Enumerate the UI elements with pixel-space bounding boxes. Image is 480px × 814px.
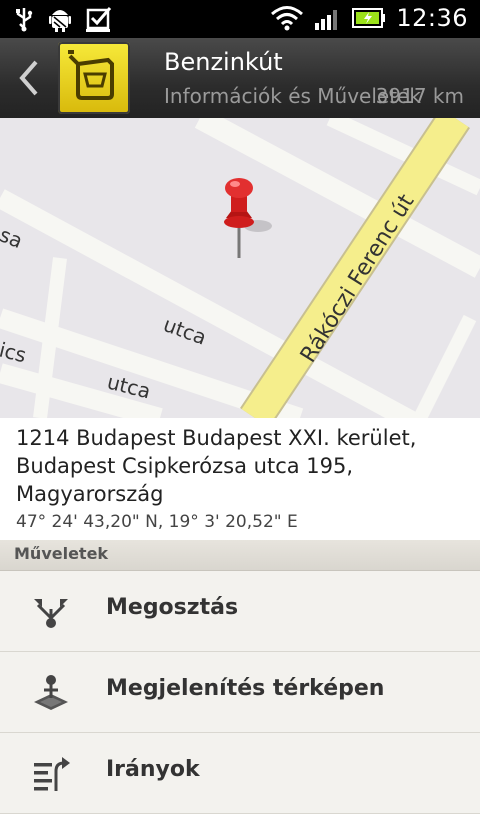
share-button[interactable]: Megosztás bbox=[0, 571, 480, 652]
app-header: Benzinkút Információk és Műveletek 3917 … bbox=[0, 38, 480, 118]
map-street-label: ics bbox=[0, 338, 29, 368]
page-title: Benzinkút bbox=[164, 48, 283, 76]
section-header: Műveletek bbox=[0, 540, 480, 571]
android-debug-icon bbox=[49, 10, 71, 32]
address-panel: 1214 Budapest Budapest XXI. kerület, Bud… bbox=[0, 418, 480, 540]
map-street-label: sa bbox=[0, 222, 26, 253]
address-line: Magyarország bbox=[16, 482, 164, 506]
map-pin-icon[interactable] bbox=[224, 178, 272, 258]
back-arrow-icon[interactable] bbox=[14, 58, 44, 98]
battery-charging-icon bbox=[352, 8, 386, 28]
address-line: Budapest Csipkerózsa utca 195, bbox=[16, 454, 354, 478]
address-line: 1214 Budapest Budapest XXI. kerület, bbox=[16, 426, 417, 450]
wifi-icon bbox=[271, 6, 304, 31]
status-bar: 12:36 bbox=[0, 0, 480, 38]
action-label: Megosztás bbox=[106, 595, 239, 620]
action-label: Irányok bbox=[106, 757, 200, 782]
checkbox-icon bbox=[86, 7, 112, 32]
map-street-label: Rákóczi Ferenc út bbox=[296, 190, 420, 367]
clock: 12:36 bbox=[396, 4, 468, 32]
coordinates: 47° 24' 43,20" N, 19° 3' 20,52" E bbox=[16, 512, 298, 532]
section-title: Műveletek bbox=[14, 544, 109, 563]
directions-icon bbox=[34, 757, 70, 791]
show-on-map-button[interactable]: Megjelenítés térképen bbox=[0, 652, 480, 733]
directions-button[interactable]: Irányok bbox=[0, 733, 480, 814]
action-label: Megjelenítés térképen bbox=[106, 676, 385, 701]
signal-icon bbox=[315, 10, 338, 30]
usb-icon bbox=[16, 8, 33, 32]
fuel-can-icon bbox=[58, 42, 130, 114]
map-view[interactable]: Rákóczi Ferenc út utca utca sa ics bbox=[0, 118, 480, 418]
distance-label: 3917 km bbox=[375, 84, 464, 108]
show-on-map-icon bbox=[34, 675, 68, 710]
share-icon bbox=[34, 599, 68, 628]
